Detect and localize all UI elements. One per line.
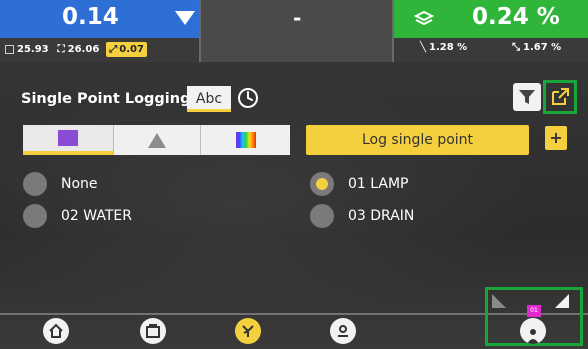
filter-button[interactable] (513, 83, 541, 111)
point-badge: 01 (527, 305, 541, 317)
elevation-value: 0.14 (62, 4, 119, 30)
radio-dot (23, 172, 47, 196)
clock-icon (238, 88, 258, 108)
layers-icon (414, 10, 434, 26)
slope-sub-readings: ╲ 1.28 % (420, 42, 467, 53)
elevation-cell[interactable]: 0.14 25.93 ⛶ 26.06 ⤢ 0.07 (0, 0, 199, 62)
point-type-selector (23, 125, 290, 155)
clock-button[interactable] (236, 86, 260, 110)
color-square-tab[interactable] (23, 125, 113, 155)
nav-library-button[interactable] (140, 318, 166, 344)
offset-value: 0.07 (119, 44, 144, 55)
point-option-drain[interactable]: 03 DRAIN (310, 204, 414, 228)
point-option-none[interactable]: None (23, 172, 98, 196)
add-button[interactable]: + (545, 126, 567, 150)
cross-slope-icon: ╲ (420, 42, 427, 53)
right-sensor-icon: ⛶ (57, 44, 65, 55)
log-single-point-button[interactable]: Log single point (306, 125, 529, 155)
main-slope-readings: ⤡ 1.67 % (512, 42, 561, 53)
left-reading: 25.93 (17, 44, 49, 55)
purple-square-icon (58, 130, 78, 146)
export-button[interactable] (543, 80, 577, 114)
slope-cell[interactable]: 0.24 % ╲ 1.28 % ⤡ 1.67 % (394, 0, 588, 62)
radio-dot-selected (310, 172, 334, 196)
library-icon (146, 324, 160, 338)
dropdown-triangle-icon[interactable] (175, 11, 195, 25)
point-option-lamp[interactable]: 01 LAMP (310, 172, 408, 196)
option-label: 03 DRAIN (348, 208, 415, 224)
triangle-tab[interactable] (113, 125, 201, 155)
option-label: 02 WATER (61, 208, 132, 224)
main-slope-value: 1.67 % (523, 42, 562, 53)
nav-logging-button[interactable] (235, 318, 261, 344)
radio-dot (23, 204, 47, 228)
main-slope-icon: ⤡ (512, 42, 520, 53)
cross-slope-value: 1.28 % (429, 42, 468, 53)
center-cell[interactable]: - (199, 0, 394, 62)
elevation-sub-readings: 25.93 ⛶ 26.06 ⤢ 0.07 (5, 42, 147, 57)
offset-badge: ⤢ 0.07 (106, 42, 147, 57)
center-value: - (293, 6, 302, 30)
offset-icon: ⤢ (109, 44, 118, 55)
external-link-icon (552, 88, 569, 105)
logging-icon (242, 325, 254, 337)
right-reading: 26.06 (67, 44, 100, 55)
nav-operator-button[interactable] (520, 318, 546, 344)
abc-toggle-button[interactable]: Abc (187, 86, 231, 112)
triangle-icon (148, 132, 166, 148)
nav-home-button[interactable] (43, 318, 69, 344)
spectrum-tab[interactable] (201, 125, 290, 155)
point-option-water[interactable]: 02 WATER (23, 204, 132, 228)
left-sensor-icon (5, 45, 14, 54)
page-title: Single Point Logging (21, 91, 191, 107)
option-label: None (61, 176, 98, 192)
status-bar: 0.14 25.93 ⛶ 26.06 ⤢ 0.07 - 0.24 % ╲ 1.2… (0, 0, 588, 62)
option-label: 01 LAMP (348, 176, 409, 192)
home-icon (49, 323, 63, 338)
filter-icon (519, 90, 535, 104)
person-icon (527, 329, 539, 344)
location-pin-icon (338, 325, 348, 337)
corner-right-marker (555, 294, 569, 308)
radio-dot (310, 204, 334, 228)
slope-value: 0.24 % (472, 4, 560, 30)
corner-left-marker (492, 294, 506, 308)
spectrum-icon (235, 132, 256, 148)
nav-location-button[interactable] (330, 318, 356, 344)
